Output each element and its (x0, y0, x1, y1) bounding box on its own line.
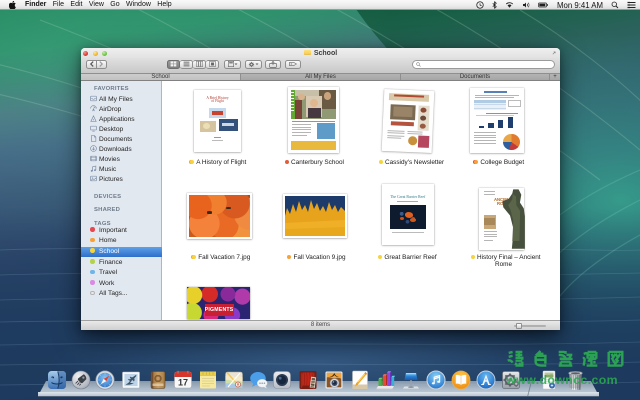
svg-text:17: 17 (177, 378, 187, 388)
